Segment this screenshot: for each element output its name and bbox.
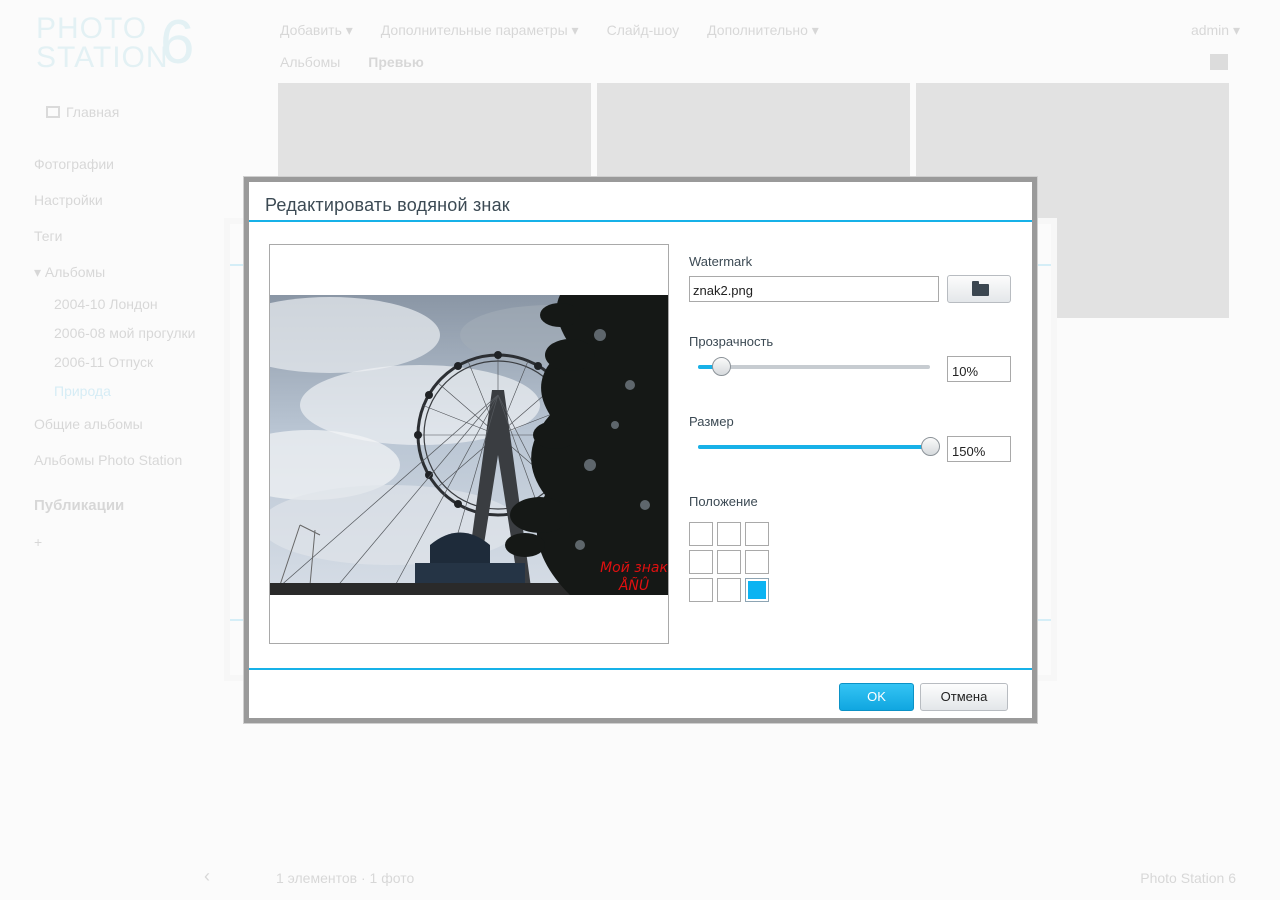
sidebar-photostation-albums[interactable]: Альбомы Photo Station: [34, 442, 234, 478]
dialog-title: Редактировать водяной знак: [249, 182, 1032, 222]
size-section: Размер 150%: [689, 414, 1011, 464]
watermark-preview: Мой знак ÅÑÛ: [269, 244, 669, 644]
top-navigation: Добавить ▾ Дополнительные параметры ▾ Сл…: [280, 22, 819, 39]
photo-station-logo: PHOTO STATION 6: [36, 8, 196, 77]
position-top-left[interactable]: [689, 522, 713, 546]
edit-watermark-dialog: Редактировать водяной знак Мой знак ÅÑÛ …: [244, 177, 1037, 723]
position-grid: [689, 522, 769, 602]
sidebar-album-3[interactable]: 2006-11 Отпуск: [34, 348, 234, 377]
subnav-albums[interactable]: Альбомы: [280, 54, 340, 70]
browse-button[interactable]: [947, 275, 1011, 303]
position-section: Положение: [689, 494, 1011, 510]
opacity-label: Прозрачность: [689, 334, 774, 349]
subnav-preview[interactable]: Превью: [368, 54, 424, 70]
watermark-label: Watermark: [689, 254, 753, 269]
sidebar-album-1[interactable]: 2004-10 Лондон: [34, 290, 234, 319]
sidebar-item-tags[interactable]: Теги: [34, 218, 234, 254]
status-bar: 1 элементов · 1 фото: [276, 870, 415, 886]
chevron-left-icon[interactable]: ‹: [204, 866, 210, 887]
sidebar-section-publications: Публикации: [34, 497, 125, 514]
folder-icon: [972, 281, 989, 296]
preview-photo: Мой знак ÅÑÛ: [270, 295, 668, 595]
status-bar-right: Photo Station 6: [1140, 870, 1236, 886]
nav-options[interactable]: Дополнительные параметры ▾: [381, 22, 579, 39]
sub-navigation: Альбомы Превью: [280, 54, 424, 70]
nav-more[interactable]: Дополнительно ▾: [707, 22, 819, 39]
position-label: Положение: [689, 494, 758, 509]
ok-button[interactable]: OK: [839, 683, 914, 711]
position-top-center[interactable]: [717, 522, 741, 546]
sidebar-item-albums[interactable]: ▾ Альбомы: [34, 254, 234, 290]
opacity-section: Прозрачность 10%: [689, 334, 1011, 384]
dialog-footer-divider: [249, 668, 1032, 670]
opacity-slider[interactable]: [698, 357, 930, 376]
position-bottom-center[interactable]: [717, 578, 741, 602]
sidebar-shared-albums[interactable]: Общие альбомы: [34, 406, 234, 442]
position-top-right[interactable]: [745, 522, 769, 546]
sidebar-add[interactable]: +: [34, 524, 234, 560]
watermark-overlay: Мой знак ÅÑÛ: [600, 560, 668, 594]
sidebar-home[interactable]: Главная: [46, 104, 234, 120]
size-slider-handle[interactable]: [921, 437, 940, 456]
watermark-file-field[interactable]: znak2.png: [689, 276, 939, 302]
cancel-button[interactable]: Отмена: [920, 683, 1008, 711]
sidebar-item-photos[interactable]: Фотографии: [34, 146, 234, 182]
position-middle-center[interactable]: [717, 550, 741, 574]
view-toggle-icon[interactable]: [1210, 54, 1228, 70]
position-bottom-right[interactable]: [745, 578, 769, 602]
position-middle-left[interactable]: [689, 550, 713, 574]
sidebar-album-4[interactable]: Природа: [34, 377, 234, 406]
size-value-field[interactable]: 150%: [947, 436, 1011, 462]
position-bottom-left[interactable]: [689, 578, 713, 602]
size-label: Размер: [689, 414, 734, 429]
opacity-slider-handle[interactable]: [712, 357, 732, 376]
sidebar: Главная Фотографии Настройки Теги ▾ Альб…: [34, 104, 234, 560]
file-row: znak2.png: [689, 275, 1011, 304]
watermark-section: Watermark znak2.png: [689, 254, 1011, 303]
sidebar-album-2[interactable]: 2006-08 мой прогулки: [34, 319, 234, 348]
home-icon: [46, 106, 60, 118]
nav-slideshow[interactable]: Слайд-шоу: [607, 22, 680, 39]
london-eye-photo: [270, 295, 668, 595]
nav-add[interactable]: Добавить ▾: [280, 22, 353, 39]
position-middle-right[interactable]: [745, 550, 769, 574]
size-slider-fill: [698, 445, 930, 449]
size-slider[interactable]: [698, 437, 940, 456]
opacity-value-field[interactable]: 10%: [947, 356, 1011, 382]
user-menu[interactable]: admin ▾: [1191, 22, 1240, 39]
sidebar-item-settings[interactable]: Настройки: [34, 182, 234, 218]
